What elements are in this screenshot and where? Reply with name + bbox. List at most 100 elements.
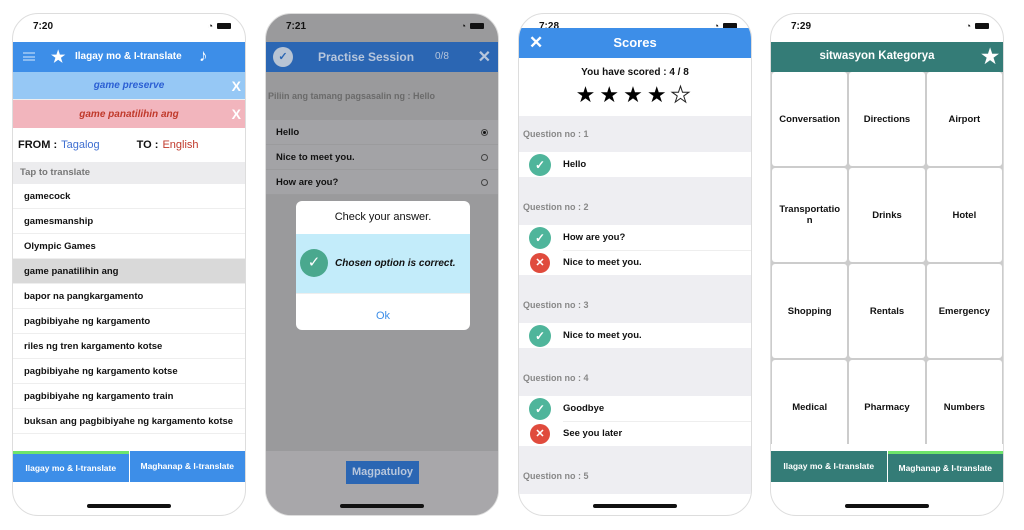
practice-screen: 7:21 ◔ ✓ Practise Session 0/8 ✕ Piliin an…	[265, 13, 499, 516]
translation-result-bar: game preserve X	[13, 72, 245, 100]
word-list-item[interactable]: bapor na pangkargamento	[13, 284, 245, 309]
category-grid: Conversation Directions Airport Transportat…	[771, 72, 1003, 454]
progress-count: 0/8	[435, 51, 449, 62]
continue-button[interactable]: Magpatuloy	[346, 461, 419, 484]
home-indicator	[845, 504, 929, 508]
word-list-item[interactable]: riles ng tren kargamento kotse	[13, 334, 245, 359]
status-bar: 7:21 ◔	[266, 14, 498, 42]
category-tile[interactable]: Hotel	[926, 168, 1002, 262]
menu-icon[interactable]	[23, 52, 35, 61]
wifi-icon: ◔	[460, 21, 466, 31]
word-list-item[interactable]: pagbibiyahe ng kargamento train	[13, 384, 245, 409]
list-header: Tap to translate	[13, 162, 245, 184]
favorite-star-icon[interactable]: ★	[51, 47, 65, 67]
correct-check-icon: ✓	[300, 249, 328, 277]
nav-title: Scores	[613, 35, 657, 50]
dialog-title: Check your answer.	[334, 211, 432, 223]
category-tile[interactable]: Conversation	[772, 72, 848, 166]
from-language[interactable]: Tagalog	[61, 139, 100, 151]
word-list-item[interactable]: Olympic Games	[13, 234, 245, 259]
tab-input-translate[interactable]: Ilagay mo & I-translate	[13, 451, 129, 482]
radio-button[interactable]	[481, 179, 488, 186]
wifi-icon: ◔	[965, 21, 971, 31]
radio-button[interactable]	[481, 129, 488, 136]
option-label: Nice to meet you.	[276, 152, 355, 163]
word-list-item[interactable]: gamecock	[13, 184, 245, 209]
category-tile[interactable]: Numbers	[926, 360, 1002, 454]
tab-bar: Ilagay mo & I-translate Maghanap & I-tra…	[13, 451, 245, 482]
category-tile[interactable]: Medical	[772, 360, 848, 454]
option-label: How are you?	[276, 177, 339, 188]
section-gap	[519, 275, 751, 287]
star-filled-icon: ★	[646, 82, 671, 107]
source-text: game panatilihin ang	[79, 108, 179, 120]
category-tile[interactable]: Shopping	[772, 264, 848, 358]
tab-input-translate[interactable]: Ilagay mo & I-translate	[771, 451, 887, 482]
category-tile[interactable]: Airport	[926, 72, 1002, 166]
home-indicator	[340, 504, 424, 508]
nav-title: sitwasyon Kategorya	[819, 50, 935, 62]
star-filled-icon: ★	[599, 82, 624, 107]
battery-icon	[470, 23, 484, 29]
translation-result: game preserve	[93, 80, 165, 91]
category-tile[interactable]: Drinks	[849, 168, 925, 262]
close-icon[interactable]: X	[232, 78, 241, 94]
question-text: Piliin ang tamang pagsasalin ng : Hello	[268, 91, 436, 101]
star-filled-icon: ★	[575, 82, 600, 107]
battery-icon	[217, 23, 231, 29]
answer-row: ✓ Nice to meet you.	[519, 323, 751, 348]
ok-button[interactable]: Ok	[296, 293, 470, 330]
favorite-star-icon[interactable]: ★	[981, 44, 999, 69]
radio-button[interactable]	[481, 154, 488, 161]
tab-search-translate[interactable]: Maghanap & I-translate	[887, 451, 1003, 482]
category-tile[interactable]: Transportatio n	[772, 168, 848, 262]
answer-row: ✓ How are you?	[519, 225, 751, 250]
home-indicator	[593, 504, 677, 508]
question-header: Question no : 2	[519, 189, 751, 225]
status-time: 7:29	[791, 21, 812, 32]
answer-text: Nice to meet you.	[563, 257, 642, 268]
category-tile[interactable]: Directions	[849, 72, 925, 166]
music-note-icon[interactable]: ♪	[199, 46, 208, 66]
word-list-item[interactable]: pagbibiyahe ng kargamento	[13, 309, 245, 334]
answer-row: ✕ Nice to meet you.	[519, 250, 751, 275]
status-time: 7:20	[33, 21, 54, 32]
option-item[interactable]: Hello	[266, 120, 498, 145]
categories-screen: 7:29 ◔ sitwasyon Kategorya ★ Conversation…	[770, 13, 1004, 516]
nav-title: Ilagay mo & I-translate	[75, 51, 182, 62]
source-text-bar: game panatilihin ang X	[13, 100, 245, 128]
to-label: TO :	[136, 139, 159, 151]
status-bar: 7:20 ◔	[13, 14, 245, 42]
dialog-message: Chosen option is correct.	[335, 258, 456, 269]
nav-bar: ✕ Scores	[519, 28, 751, 58]
check-icon[interactable]: ✓	[273, 47, 293, 67]
nav-title: Practise Session	[318, 50, 415, 64]
section-gap	[519, 446, 751, 458]
correct-check-icon: ✓	[529, 325, 551, 347]
word-list: gamecock gamesmanship Olympic Games game pa…	[13, 184, 245, 434]
from-label: FROM :	[18, 139, 58, 151]
correct-check-icon: ✓	[529, 227, 551, 249]
close-icon[interactable]: X	[232, 106, 241, 122]
question-results: Question no : 1 ✓ Hello Question no : 2 ✓ How…	[519, 116, 751, 494]
scores-screen: 7:28 ◔ ✕ Scores You have scored : 4 / 8 ★…	[518, 13, 752, 516]
category-tile[interactable]: Pharmacy	[849, 360, 925, 454]
word-list-item[interactable]: gamesmanship	[13, 209, 245, 234]
option-label: Hello	[276, 127, 300, 138]
category-tile[interactable]: Rentals	[849, 264, 925, 358]
to-language[interactable]: English	[162, 139, 198, 151]
tab-search-translate[interactable]: Maghanap & I-translate	[129, 451, 245, 482]
option-item[interactable]: Nice to meet you.	[266, 145, 498, 170]
question-header: Question no : 1	[519, 116, 751, 152]
word-list-item[interactable]: buksan ang pagbibiyahe ng kargamento kot…	[13, 409, 245, 434]
word-list-item[interactable]: pagbibiyahe ng kargamento kotse	[13, 359, 245, 384]
word-list-item[interactable]: game panatilihin ang	[13, 259, 245, 284]
option-item[interactable]: How are you?	[266, 170, 498, 195]
close-icon[interactable]: ✕	[478, 47, 491, 67]
answer-dialog: Check your answer. ✓ Chosen option is co…	[296, 201, 470, 330]
score-text: You have scored : 4 / 8	[581, 67, 689, 78]
nav-bar: ★ Ilagay mo & I-translate ♪	[13, 42, 245, 72]
status-bar: 7:29 ◔	[771, 14, 1003, 42]
category-tile[interactable]: Emergency	[926, 264, 1002, 358]
star-rating: ★★★★★	[519, 82, 751, 116]
